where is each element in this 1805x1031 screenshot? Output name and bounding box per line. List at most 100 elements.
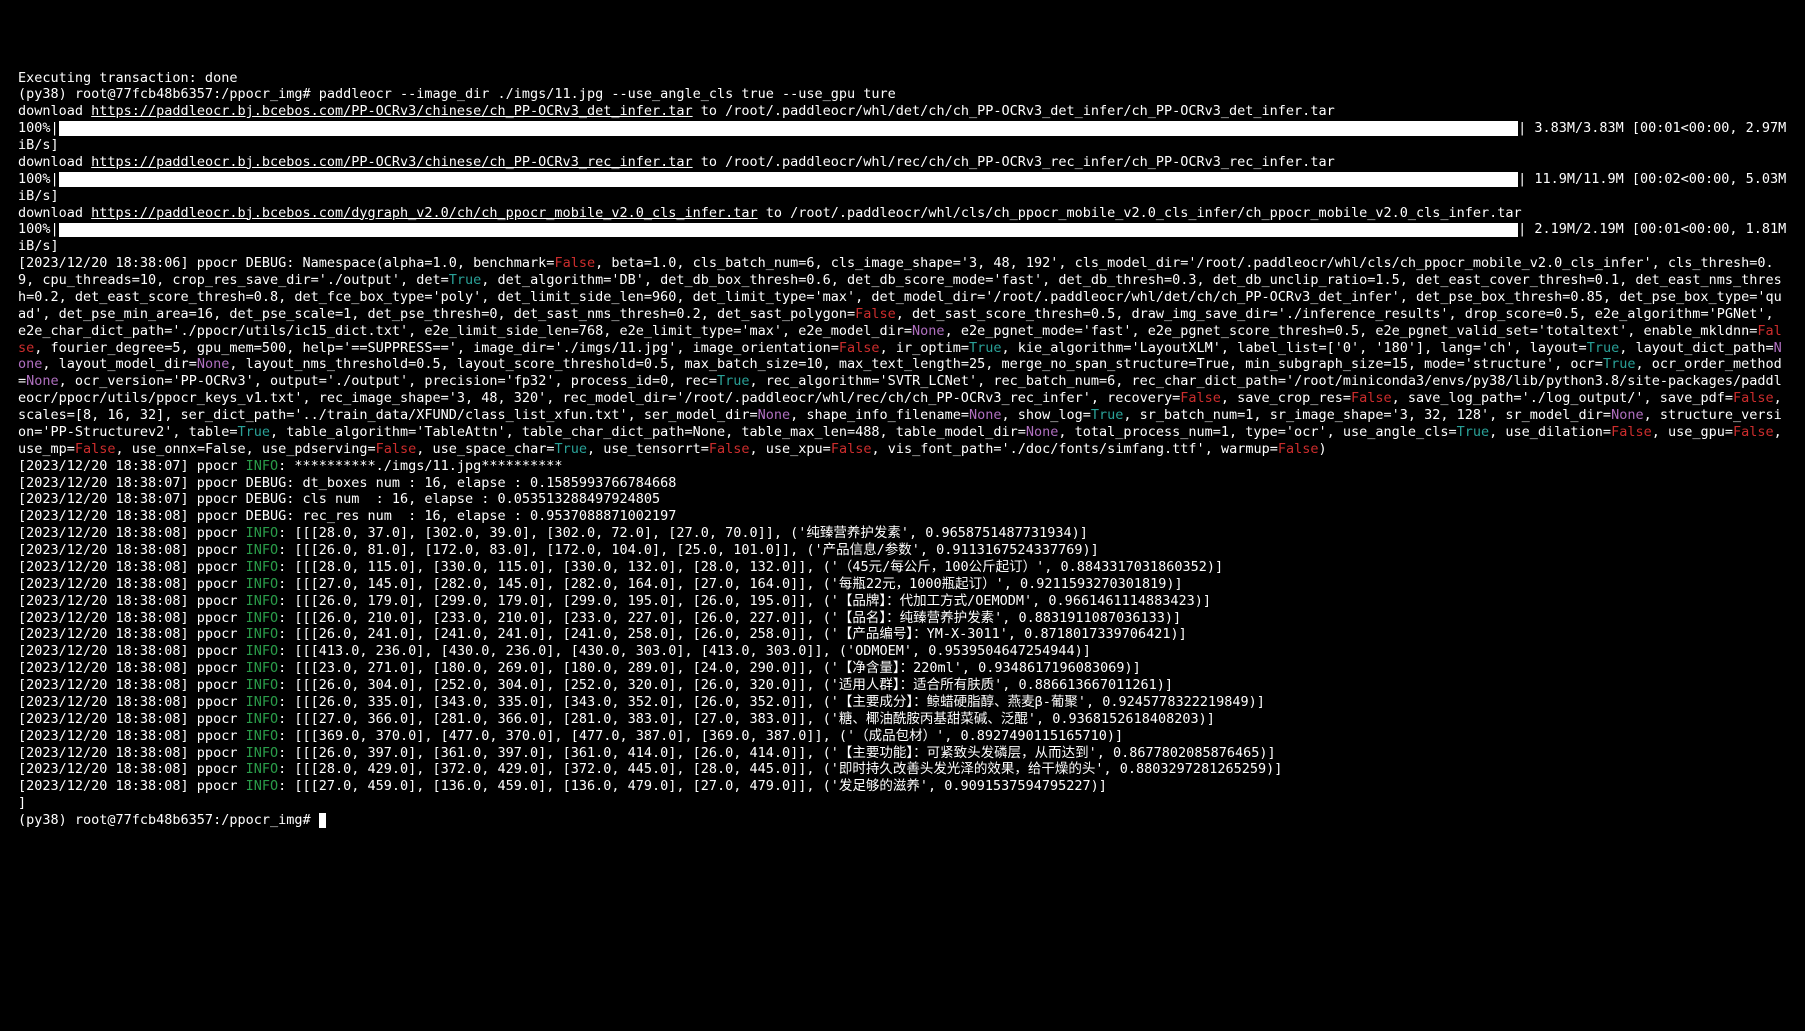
log-timestamp: [2023/12/20 18:38:08] ppocr (18, 660, 246, 676)
log-body: : [[[26.0, 210.0], [233.0, 210.0], [233.… (278, 610, 1181, 626)
log-body: : [[[26.0, 335.0], [343.0, 335.0], [343.… (278, 694, 1265, 710)
debug-value: , use_tensorrt= (587, 441, 709, 457)
debug-value: None (969, 407, 1002, 423)
download-dest: to /root/.paddleocr/whl/cls/ch_ppocr_mob… (758, 205, 1522, 221)
debug-value: None (197, 356, 230, 372)
debug-value: , use_gpu= (1652, 424, 1733, 440)
debug-value: False (855, 306, 896, 322)
log-level: INFO (246, 677, 279, 693)
log-timestamp: [2023/12/20 18:38:08] ppocr (18, 643, 246, 659)
debug-value: , shape_info_filename= (790, 407, 969, 423)
debug-value: False (1351, 390, 1392, 406)
log-level: INFO (246, 660, 279, 676)
debug-value: True (717, 373, 750, 389)
shell-prompt-line: (py38) root@77fcb48b6357:/ppocr_img# pad… (18, 86, 896, 102)
debug-value: False (839, 340, 880, 356)
log-timestamp: [2023/12/20 18:38:08] ppocr (18, 576, 246, 592)
download-dest: to /root/.paddleocr/whl/det/ch/ch_PP-OCR… (693, 103, 1335, 119)
log-body: : dt_boxes num : 16, elapse : 0.15859937… (286, 475, 676, 491)
log-timestamp: [2023/12/20 18:38:07] ppocr (18, 458, 246, 474)
debug-value: True (969, 340, 1002, 356)
download-label: download (18, 103, 91, 119)
log-timestamp: [2023/12/20 18:38:08] ppocr (18, 761, 246, 777)
log-timestamp: [2023/12/20 18:38:08] ppocr (18, 626, 246, 642)
download-url: https://paddleocr.bj.bcebos.com/PP-OCRv3… (91, 103, 692, 119)
log-timestamp: [2023/12/20 18:38:08] ppocr (18, 542, 246, 558)
debug-value: False (376, 441, 417, 457)
log-body: : rec_res num : 16, elapse : 0.953708887… (286, 508, 676, 524)
log-body: : [[[23.0, 271.0], [180.0, 269.0], [180.… (278, 660, 1141, 676)
progress-bar (59, 223, 1518, 238)
debug-value: False (709, 441, 750, 457)
log-timestamp: [2023/12/20 18:38:08] ppocr (18, 745, 246, 761)
log-level: INFO (246, 694, 279, 710)
debug-value: False (1733, 424, 1774, 440)
log-timestamp: [2023/12/20 18:38:08] ppocr (18, 593, 246, 609)
download-url: https://paddleocr.bj.bcebos.com/dygraph_… (91, 205, 757, 221)
log-body: : [[[26.0, 81.0], [172.0, 83.0], [172.0,… (278, 542, 1099, 558)
log-timestamp: [2023/12/20 18:38:08] ppocr (18, 525, 246, 541)
debug-value: , use_dilation= (1489, 424, 1611, 440)
log-level: INFO (246, 778, 279, 794)
debug-value: , table_algorithm='TableAttn', table_cha… (270, 424, 1026, 440)
log-body: : [[[26.0, 304.0], [252.0, 304.0], [252.… (278, 677, 1173, 693)
debug-value: True (1457, 424, 1490, 440)
log-body: : [[[28.0, 115.0], [330.0, 115.0], [330.… (278, 559, 1223, 575)
debug-value: False (1180, 390, 1221, 406)
debug-value: , kie_algorithm='LayoutXLM', label_list=… (1001, 340, 1586, 356)
log-timestamp: [2023/12/20 18:38:08] ppocr (18, 610, 246, 626)
log-body: : [[[27.0, 459.0], [136.0, 459.0], [136.… (278, 778, 1107, 794)
log-level: INFO (246, 559, 279, 575)
download-url: https://paddleocr.bj.bcebos.com/PP-OCRv3… (91, 154, 692, 170)
log-level: INFO (246, 711, 279, 727)
debug-value: True (237, 424, 270, 440)
terminal-output[interactable]: Executing transaction: done (py38) root@… (18, 70, 1787, 829)
debug-value: , layout_nms_threshold=0.5, layout_score… (229, 356, 1603, 372)
log-body: : [[[27.0, 145.0], [282.0, 145.0], [282.… (278, 576, 1183, 592)
log-timestamp: [2023/12/20 18:38:08] ppocr (18, 778, 246, 794)
log-timestamp: [2023/12/20 18:38:08] ppocr (18, 508, 246, 524)
debug-value: None (758, 407, 791, 423)
debug-prefix: [2023/12/20 18:38:06] ppocr DEBUG: Names… (18, 255, 554, 271)
log-body: : [[[28.0, 429.0], [372.0, 429.0], [372.… (278, 761, 1282, 777)
log-level: INFO (246, 458, 279, 474)
debug-value: True (1603, 356, 1636, 372)
log-timestamp: [2023/12/20 18:38:08] ppocr (18, 694, 246, 710)
log-body: : [[[26.0, 179.0], [299.0, 179.0], [299.… (278, 593, 1211, 609)
debug-value: None (912, 323, 945, 339)
debug-value: , e2e_pgnet_mode='fast', e2e_pgnet_score… (945, 323, 1758, 339)
log-level: INFO (246, 542, 279, 558)
progress-bar (59, 121, 1518, 136)
debug-value: False (554, 255, 595, 271)
status-line: Executing transaction: done (18, 70, 237, 86)
debug-value: None (26, 373, 59, 389)
log-body: : cls num : 16, elapse : 0.0535132884979… (286, 491, 660, 507)
debug-value: , fourier_degree=5, gpu_mem=500, help='=… (34, 340, 839, 356)
debug-value: True (449, 272, 482, 288)
log-level: DEBUG (246, 491, 287, 507)
shell-prompt: (py38) root@77fcb48b6357:/ppocr_img# (18, 812, 319, 828)
debug-value: , layout_model_dir= (42, 356, 196, 372)
debug-value: True (1091, 407, 1124, 423)
download-dest: to /root/.paddleocr/whl/rec/ch/ch_PP-OCR… (693, 154, 1335, 170)
debug-value: False (75, 441, 116, 457)
debug-value: , vis_font_path='./doc/fonts/simfang.ttf… (871, 441, 1277, 457)
debug-value: None (1026, 424, 1059, 440)
debug-value: , ocr_version='PP-OCRv3', output='./outp… (59, 373, 717, 389)
log-body: : [[[28.0, 37.0], [302.0, 39.0], [302.0,… (278, 525, 1088, 541)
debug-value: False (1278, 441, 1319, 457)
log-level: INFO (246, 626, 279, 642)
log-body: ] (18, 795, 26, 811)
log-timestamp: [2023/12/20 18:38:07] ppocr (18, 475, 246, 491)
log-level: INFO (246, 576, 279, 592)
debug-value: None (1611, 407, 1644, 423)
download-label: download (18, 205, 91, 221)
log-body: : [[[369.0, 370.0], [477.0, 370.0], [477… (278, 728, 1123, 744)
debug-value: True (554, 441, 587, 457)
cursor-icon (319, 813, 326, 828)
log-timestamp: [2023/12/20 18:38:08] ppocr (18, 711, 246, 727)
log-body: : [[[26.0, 397.0], [361.0, 397.0], [361.… (278, 745, 1276, 761)
download-label: download (18, 154, 91, 170)
debug-value: True (1587, 340, 1620, 356)
log-level: DEBUG (246, 475, 287, 491)
